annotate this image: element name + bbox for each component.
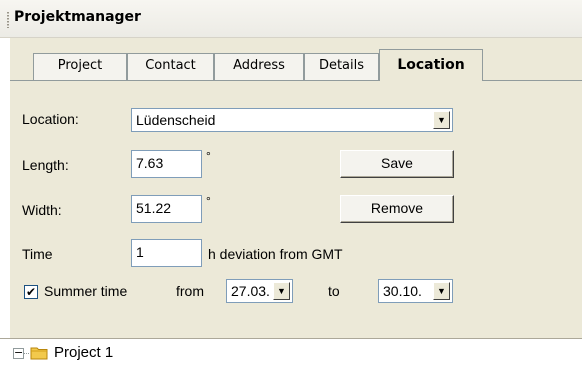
folder-icon	[30, 347, 48, 360]
to-date-combobox[interactable]: 30.10. ▼	[378, 279, 453, 303]
panel-title: Projektmanager	[14, 9, 141, 25]
save-button[interactable]: Save	[340, 150, 454, 178]
width-input[interactable]: 51.22	[131, 195, 202, 223]
location-value: Lüdenscheid	[136, 112, 216, 128]
time-label: Time	[22, 246, 53, 262]
tab-address[interactable]: Address	[214, 53, 304, 80]
time-suffix: h deviation from GMT	[208, 246, 343, 262]
summer-time-checkbox[interactable]: ✔	[24, 285, 38, 299]
length-input[interactable]: 7.63	[131, 150, 202, 178]
to-label: to	[328, 283, 340, 299]
width-label: Width:	[22, 202, 62, 218]
tab-contact[interactable]: Contact	[127, 53, 214, 80]
from-label: from	[176, 283, 204, 299]
tab-strip: Project Contact Address Details Location	[10, 49, 582, 81]
remove-button[interactable]: Remove	[340, 195, 454, 223]
from-date-value: 27.03.	[231, 283, 270, 299]
chevron-down-icon[interactable]: ▼	[273, 282, 290, 300]
length-unit: °	[206, 149, 211, 163]
tree-item-project-1[interactable]: Project 1	[54, 344, 113, 361]
tab-location[interactable]: Location	[379, 49, 483, 81]
location-combobox[interactable]: Lüdenscheid ▼	[131, 108, 453, 132]
summer-time-label[interactable]: Summer time	[44, 283, 127, 299]
tab-project[interactable]: Project	[33, 53, 127, 80]
project-tree: − Project 1	[0, 338, 582, 368]
length-label: Length:	[22, 157, 69, 173]
width-unit: °	[206, 194, 211, 208]
location-label: Location:	[22, 111, 79, 127]
project-dialog: Project Contact Address Details Location…	[10, 38, 582, 338]
chevron-down-icon[interactable]: ▼	[433, 111, 450, 129]
chevron-down-icon[interactable]: ▼	[433, 282, 450, 300]
grip-icon[interactable]	[7, 12, 9, 28]
time-input[interactable]: 1	[131, 239, 202, 267]
tree-connector	[24, 353, 29, 354]
from-date-combobox[interactable]: 27.03. ▼	[226, 279, 293, 303]
panel-header: Projektmanager	[0, 0, 582, 38]
collapse-icon[interactable]: −	[13, 347, 24, 359]
location-tab-page: Location: Lüdenscheid ▼ Length: 7.63 ° S…	[10, 80, 582, 328]
tab-details[interactable]: Details	[304, 53, 379, 80]
to-date-value: 30.10.	[383, 283, 422, 299]
